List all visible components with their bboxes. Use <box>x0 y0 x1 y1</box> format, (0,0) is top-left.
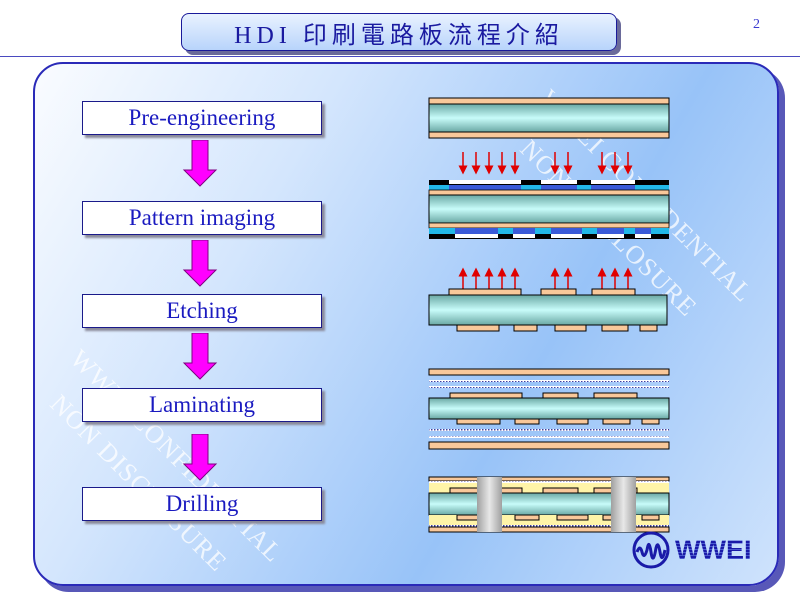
drilled-via <box>611 477 636 532</box>
wave-logo-icon <box>632 531 670 569</box>
company-logo: WWEI <box>631 530 751 570</box>
page-number: 2 <box>753 17 760 32</box>
down-arrow-icon <box>182 434 218 481</box>
diagram-phototool <box>428 180 670 239</box>
down-arrow-icon <box>182 333 218 380</box>
page-title: HDI 印刷電路板流程介紹 <box>234 22 564 49</box>
step-drilling: Drilling <box>82 487 322 521</box>
diagram-drilled-board <box>428 476 670 533</box>
step-pre-engineering: Pre-engineering <box>82 101 322 135</box>
down-arrow-icon <box>182 240 218 287</box>
diagram-etched-board <box>428 288 668 332</box>
step-etching: Etching <box>82 294 322 328</box>
down-arrow-icon <box>182 140 218 187</box>
step-laminating: Laminating <box>82 388 322 422</box>
diagram-raw-laminate <box>428 97 670 139</box>
title-banner: HDI 印刷電路板流程介紹 <box>181 13 617 51</box>
drilled-via <box>477 477 502 532</box>
header-divider <box>0 56 800 57</box>
pcb-cross-section-diagram <box>428 97 670 533</box>
logo-text: WWEI <box>675 534 752 565</box>
diagram-lamination-stack <box>428 368 670 450</box>
step-pattern-imaging: Pattern imaging <box>82 201 322 235</box>
content-panel: WWEI CONFIDENTIAL NON DISCLOSURE WWEI CO… <box>33 62 779 586</box>
